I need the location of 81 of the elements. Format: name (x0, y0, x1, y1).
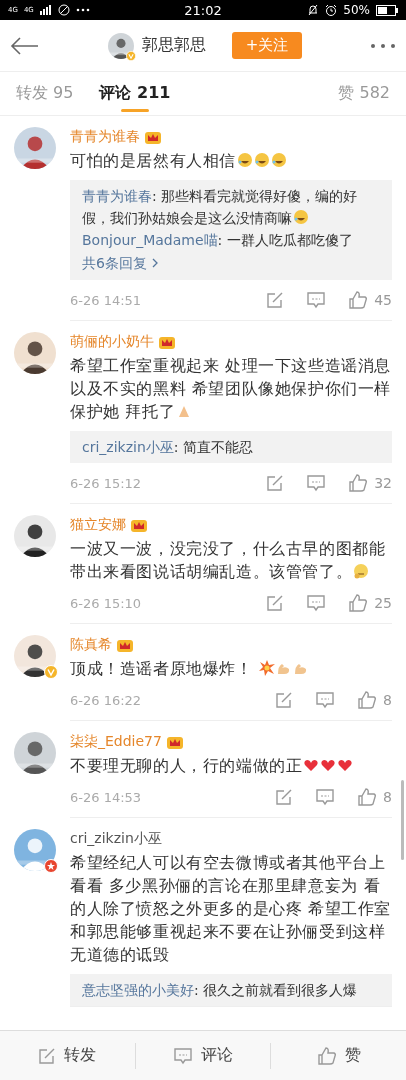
comment-icon[interactable] (306, 291, 327, 309)
thinking-emoji-icon (353, 563, 370, 579)
heart-emoji-icon (303, 757, 320, 773)
vip-crown-icon (116, 637, 134, 653)
star-badge-icon (44, 859, 58, 873)
comment-text: 希望工作室重视起来 处理一下这些造谣消息以及不实的黑料 希望团队像她保护你们一样保护她 拜托了 (70, 355, 392, 423)
verified-badge-icon (126, 50, 136, 61)
comment-icon[interactable] (315, 788, 336, 806)
chevron-right-icon (150, 257, 159, 269)
like-count: 8 (383, 692, 392, 708)
heart-emoji-icon (320, 757, 337, 773)
action-button[interactable]: 转发 (0, 1042, 136, 1069)
share-icon[interactable] (275, 788, 294, 806)
battery-icon (376, 4, 398, 16)
clock-time: 21:02 (184, 2, 222, 18)
signal-icon (39, 5, 52, 15)
back-arrow-icon[interactable] (10, 35, 40, 56)
laughing-emoji-icon (254, 152, 270, 168)
more-icon (75, 8, 90, 12)
thumbs-up-icon[interactable] (357, 787, 378, 807)
laughing-emoji-icon (293, 209, 309, 225)
comment-time: 6-26 14:51 (70, 292, 142, 308)
explosion-emoji-icon (259, 660, 276, 676)
thumbs-up-icon[interactable] (316, 1045, 337, 1066)
tab[interactable]: 转发 95 (16, 71, 74, 116)
blocked-icon (57, 4, 70, 16)
vip-crown-icon (130, 517, 148, 533)
share-icon[interactable] (275, 691, 294, 709)
share-icon[interactable] (38, 1046, 57, 1065)
verified-badge-icon (44, 665, 58, 679)
comment-time: 6-26 14:53 (70, 789, 142, 805)
share-icon[interactable] (266, 594, 285, 612)
bell-off-icon (307, 4, 320, 16)
like-count: 45 (374, 292, 392, 308)
reply-text: 青青为谁春: 那些料看完就觉得好傻，编的好假，我们孙姑娘会是这么没情商嘛 (82, 187, 359, 228)
comment-text: 可怕的是居然有人相信 (70, 149, 392, 172)
comment-icon[interactable] (306, 594, 327, 612)
user-name[interactable]: 青青为谁春 (70, 128, 140, 146)
laughing-emoji-icon (271, 152, 287, 168)
vip-crown-icon (165, 734, 184, 750)
alarm-icon (325, 4, 338, 16)
tab[interactable]: 赞 582 (338, 71, 390, 116)
share-icon[interactable] (266, 291, 285, 309)
reply-text: cri_zikzin小巫: 简直不能忍 (82, 438, 254, 457)
thumbs-up-icon[interactable] (357, 690, 378, 710)
user-name[interactable]: 萌俪的小奶牛 (70, 333, 154, 351)
comment-time: 6-26 15:10 (70, 595, 142, 611)
comment-icon[interactable] (173, 1046, 193, 1065)
like-count: 25 (374, 595, 392, 611)
reply-text: Bonjour_Madame喵: 一群人吃瓜都吃傻了 (82, 231, 354, 250)
tab[interactable]: 评论 211 (99, 71, 171, 116)
thumbs-up-icon[interactable] (348, 593, 369, 613)
more-replies-link[interactable]: 共6条回复 (82, 251, 147, 275)
account-name: 郭思郭思 (142, 35, 206, 56)
action-button[interactable]: 评论 (135, 1042, 272, 1069)
comment-text: 顶成！造谣者原地爆炸！ (70, 657, 392, 680)
like-count: 32 (374, 475, 392, 491)
comment-time: 6-26 15:12 (70, 475, 142, 491)
battery-percent: 50% (343, 3, 370, 17)
comment-text: 不要理无聊的人，行的端做的正 (70, 754, 392, 777)
reply-text: 意志坚强的小美好: 很久之前就看到很多人爆 (82, 981, 359, 1000)
vip-crown-icon (144, 129, 162, 145)
user-name[interactable]: 猫立安娜 (70, 516, 126, 534)
comment-text: 希望经纪人可以有空去微博或者其他平台上看看 多少黑孙俪的言论在那里肆意妄为 看的人除了愤怒之外更多的是心疼 希望工作室和郭思能够重视起来不要在让孙俪受到这样无道德的诋毁 (70, 852, 392, 966)
follow-button[interactable]: +关注 (232, 32, 302, 59)
comment-icon[interactable] (315, 691, 336, 709)
user-name[interactable]: 陈真希 (70, 636, 112, 654)
thumbs-up-icon[interactable] (348, 290, 369, 310)
laughing-emoji-icon (237, 152, 253, 168)
vip-crown-icon (158, 334, 176, 350)
user-name[interactable]: 柒柒_Eddie77 (70, 733, 162, 751)
action-button[interactable]: 赞 (271, 1042, 406, 1069)
like-count: 8 (383, 789, 392, 805)
comment-time: 6-26 16:22 (70, 692, 142, 708)
comment-icon[interactable] (306, 474, 327, 492)
more-icon[interactable] (370, 42, 396, 49)
comment-text: 一波又一波，没完没了，什么古早的图都能带出来看图说话胡编乱造。该管管了。 (70, 538, 387, 583)
heart-emoji-icon (337, 757, 354, 773)
thumbs-up-icon[interactable] (348, 473, 369, 493)
user-name[interactable]: cri_zikzin小巫 (70, 830, 162, 848)
share-icon[interactable] (266, 474, 285, 492)
